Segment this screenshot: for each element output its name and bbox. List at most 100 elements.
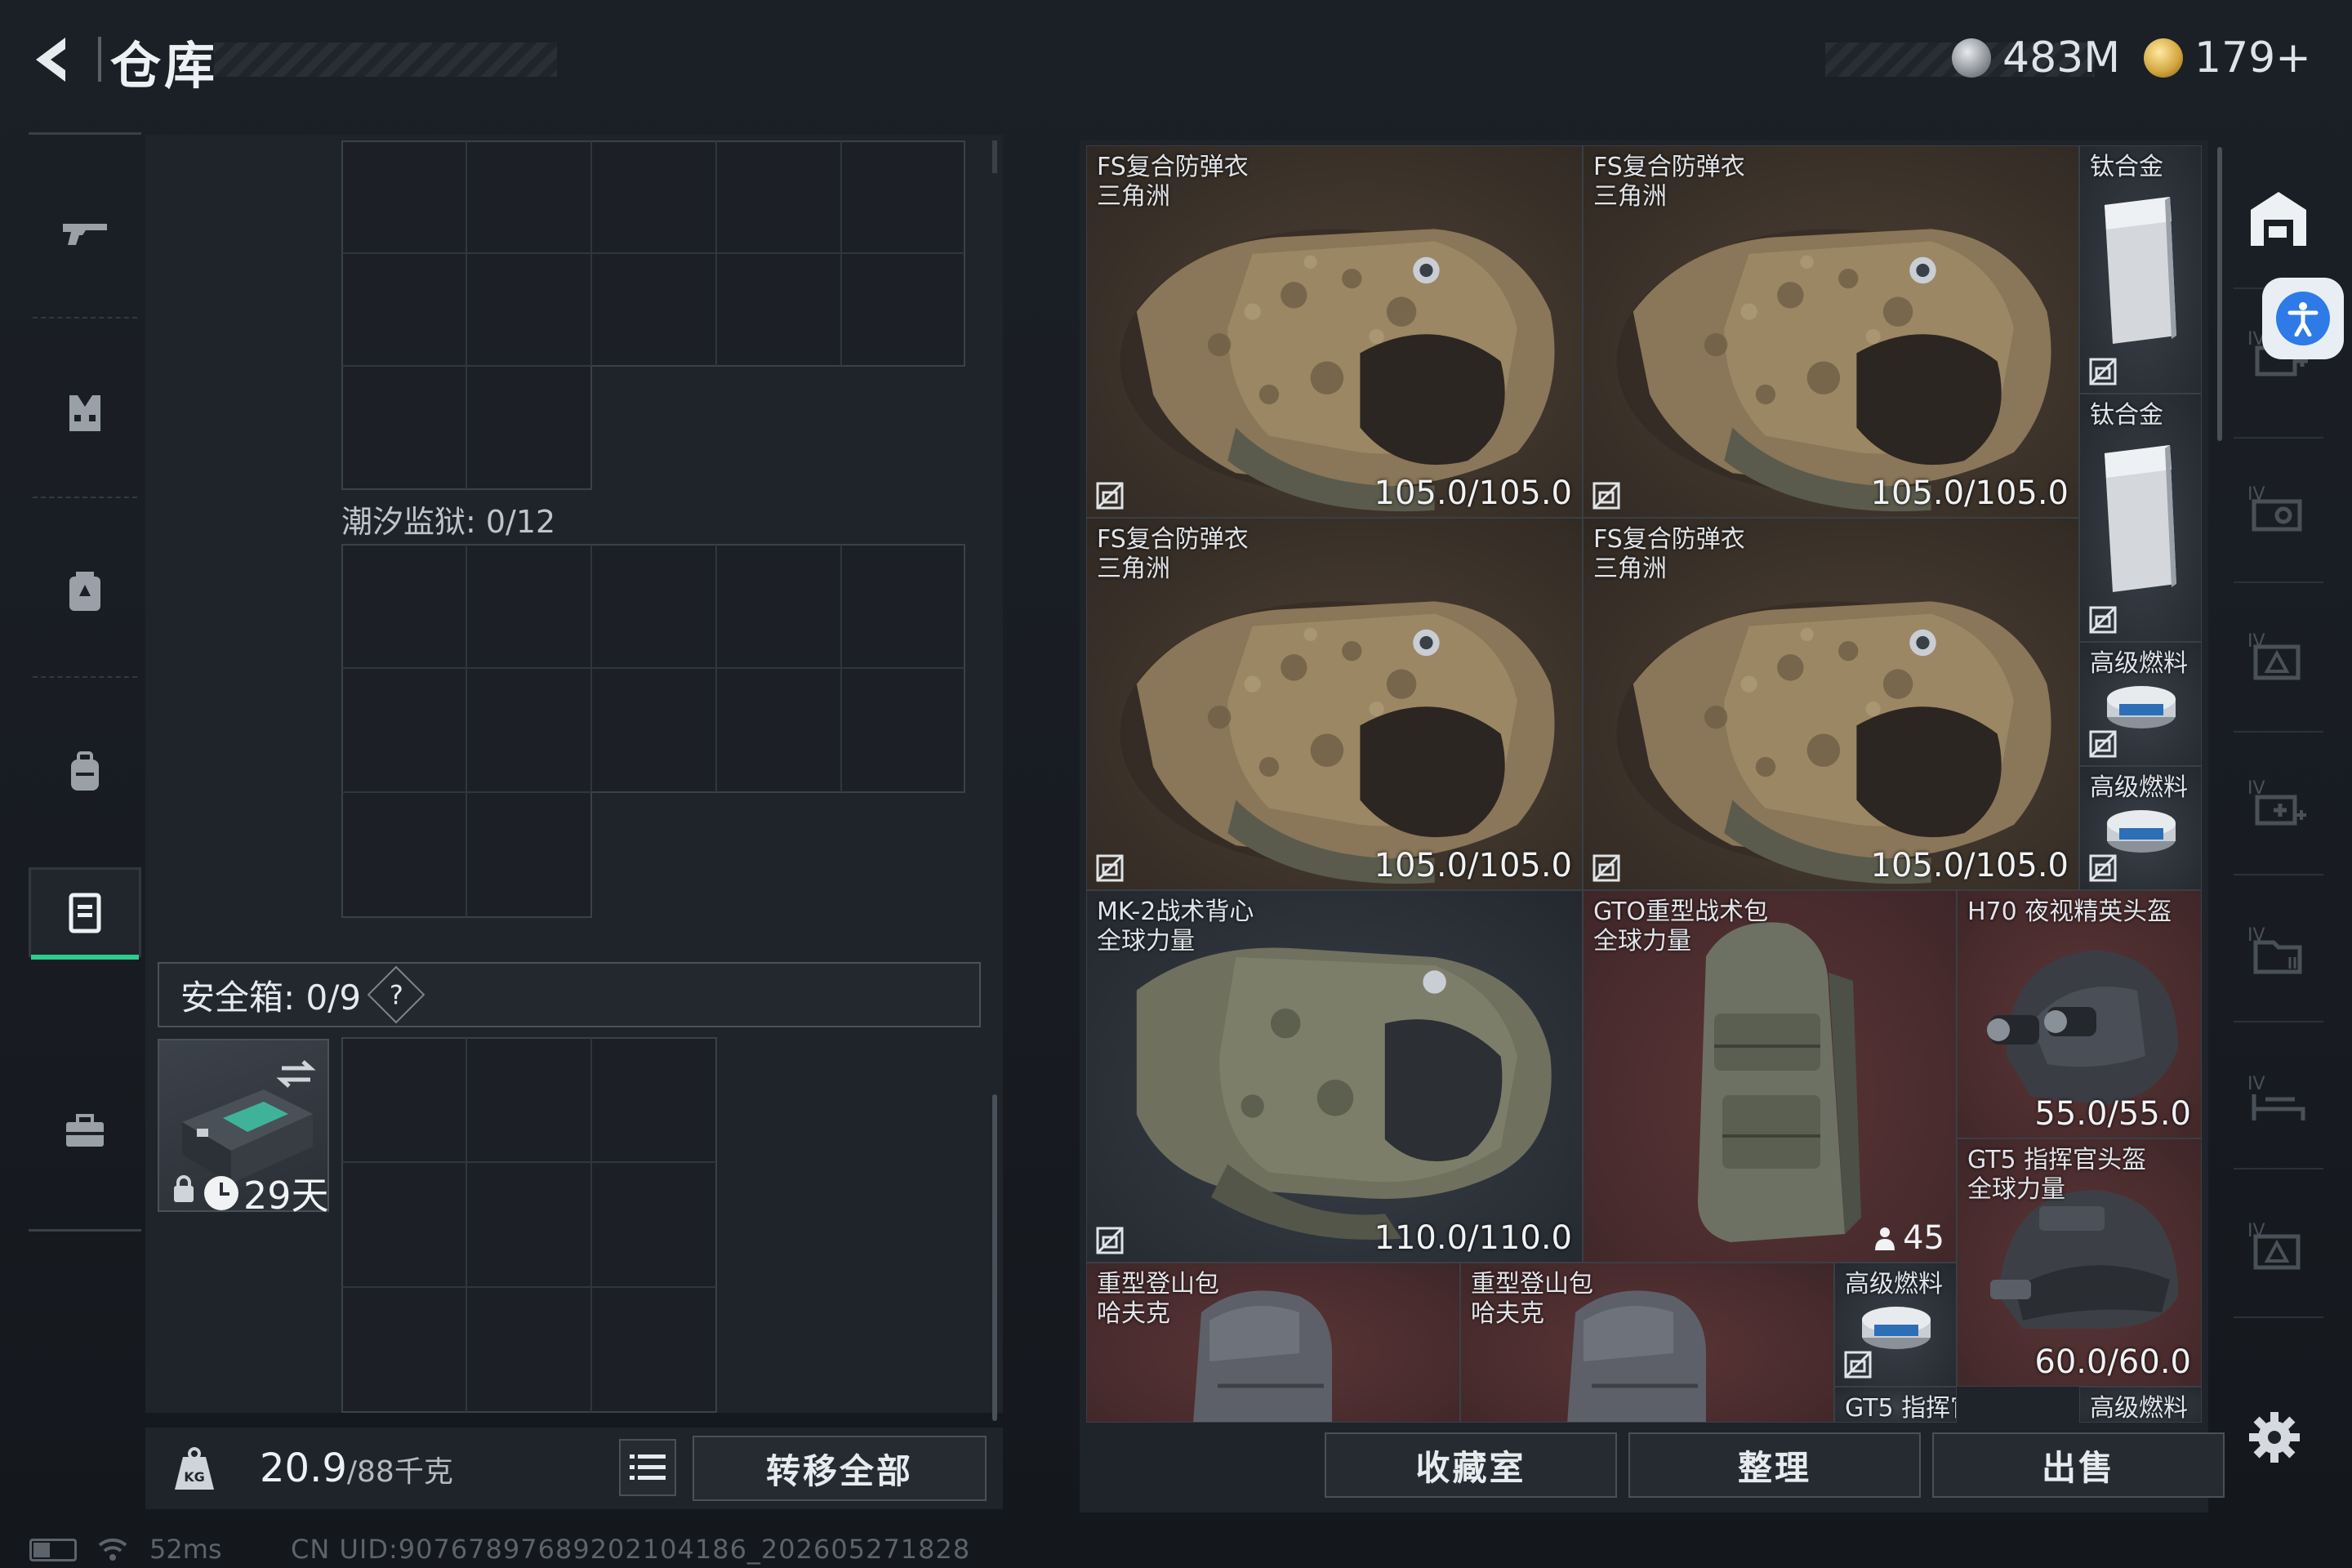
list-icon <box>630 1454 666 1480</box>
warehouse-item[interactable]: 重型登山包 哈夫克 <box>1086 1263 1460 1423</box>
settings-gear-icon[interactable] <box>2246 1409 2303 1466</box>
warehouse-item[interactable]: 高级燃料 <box>1834 1263 1957 1387</box>
rail-item-container[interactable] <box>29 867 141 960</box>
item-durability: 110.0/110.0 <box>1374 1219 1573 1257</box>
transfer-all-button[interactable]: 转移全部 <box>693 1436 987 1501</box>
storage-tab-3[interactable]: IV <box>2234 464 2323 554</box>
wifi-icon <box>98 1538 127 1561</box>
storage-box-gear-icon: IV <box>2247 484 2302 532</box>
warehouse-item[interactable]: 高级燃料 <box>2079 766 2202 890</box>
rail-divider <box>33 317 137 318</box>
storage-tab-8[interactable]: IV <box>2234 1200 2323 1290</box>
organize-button[interactable]: 整理 <box>1628 1432 1921 1498</box>
warehouse-item[interactable]: 钛合金 <box>2079 394 2202 642</box>
rail-separator <box>2234 874 2323 875</box>
grid-lines <box>341 1037 717 1413</box>
container-grid-2 <box>341 544 965 918</box>
top-bar: 仓库 483M 179+ <box>0 0 2352 122</box>
warehouse-item[interactable]: FS复合防弹衣 三角洲 105.0/105.0 <box>1086 145 1583 518</box>
warehouse-item[interactable]: 钛合金 <box>2079 145 2202 394</box>
warehouse-item[interactable]: FS复合防弹衣 三角洲 105.0/105.0 <box>1583 518 2079 890</box>
page-title: 仓库 <box>110 36 219 96</box>
list-view-button[interactable] <box>619 1439 676 1496</box>
collection-room-button[interactable]: 收藏室 <box>1325 1432 1617 1498</box>
warehouse-item[interactable]: GT5 指挥官头盔 <box>1834 1387 1957 1423</box>
left-scrollbar-track <box>992 140 997 173</box>
safebox-grid <box>341 1037 717 1413</box>
item-name: GT5 指挥官头盔 全球力量 <box>1967 1146 2147 1204</box>
warehouse-item[interactable]: H70 夜视精英头盔 55.0/55.0 <box>1957 890 2202 1138</box>
safebox-label: 安全箱: 0/9 <box>180 977 362 1018</box>
storage-bed-icon: IV <box>2247 1074 2305 1120</box>
accessibility-button[interactable] <box>2262 278 2344 359</box>
item-name: 高级燃料 <box>2090 773 2188 802</box>
item-name: FS复合防弹衣 三角洲 <box>1593 153 1745 211</box>
container-grid-1 <box>341 140 965 490</box>
warehouse-tab[interactable] <box>2234 173 2323 263</box>
backpack-icon <box>71 751 99 791</box>
rail-divider <box>33 676 137 678</box>
svg-text:IV: IV <box>2247 1074 2265 1094</box>
warehouse-item[interactable]: 高级燃料 <box>2079 1387 2202 1423</box>
left-bottom-bar: KG 20.9/88千克 转移全部 <box>145 1428 1003 1509</box>
safe-container-icon <box>69 893 101 933</box>
grid-lines <box>341 140 965 490</box>
item-name: 高级燃料 <box>2090 649 2188 678</box>
bound-item-icon <box>1095 481 1125 510</box>
weight-current: 20.9 <box>260 1446 347 1491</box>
rail-item-chest-rig[interactable] <box>29 547 141 637</box>
bound-item-icon <box>2088 357 2118 386</box>
gold-coin-icon <box>2144 38 2183 78</box>
bound-item-icon <box>1843 1350 1873 1379</box>
warehouse-scrollbar[interactable] <box>2217 147 2222 441</box>
currency-silver[interactable]: 483M <box>1952 29 2120 87</box>
storage-tab-7[interactable]: IV <box>2234 1054 2323 1143</box>
item-name: 高级燃料 <box>1845 1270 1943 1298</box>
storage-tab-5[interactable]: IV <box>2234 758 2323 848</box>
safebox-timer: 29天 <box>204 1166 329 1220</box>
sell-button[interactable]: 出售 <box>1932 1432 2225 1498</box>
warehouse-item[interactable]: GT5 指挥官头盔 全球力量 60.0/60.0 <box>1957 1138 2202 1387</box>
storage-tab-4[interactable]: IV <box>2234 611 2323 701</box>
warehouse-item[interactable]: GTO重型战术包 全球力量 45 <box>1583 890 1957 1263</box>
storage-folder-icon: IV <box>2247 925 2302 974</box>
title-decoration <box>214 42 557 77</box>
weight-readout: 20.9/88千克 <box>260 1446 453 1491</box>
tidal-prison-label: 潮汐监狱: 0/12 <box>341 504 556 540</box>
storage-tab-6[interactable]: IV <box>2234 905 2323 995</box>
help-icon[interactable]: ? <box>367 965 425 1024</box>
warehouse-item[interactable]: FS复合防弹衣 三角洲 105.0/105.0 <box>1583 145 2079 518</box>
item-name: FS复合防弹衣 三角洲 <box>1097 153 1249 211</box>
rail-separator <box>2234 1316 2323 1318</box>
rail-item-backpack[interactable] <box>29 727 141 817</box>
item-name: H70 夜视精英头盔 <box>1967 898 2172 926</box>
rail-top-line <box>29 132 141 135</box>
item-name: 钛合金 <box>2090 153 2163 181</box>
rail-separator <box>2234 731 2323 733</box>
item-name: GT5 指挥官头盔 <box>1845 1394 1956 1423</box>
silver-coin-icon <box>1952 38 1991 78</box>
rail-item-weapons[interactable] <box>29 188 141 278</box>
bound-item-icon <box>1592 853 1621 883</box>
title-separator <box>98 37 101 82</box>
battery-icon <box>29 1539 77 1561</box>
item-durability: 105.0/105.0 <box>1870 474 2069 512</box>
back-arrow-icon[interactable] <box>24 31 82 88</box>
rail-separator <box>2234 1021 2323 1022</box>
bound-item-icon <box>1095 853 1125 883</box>
warehouse-item[interactable]: FS复合防弹衣 三角洲 105.0/105.0 <box>1086 518 1583 890</box>
left-scrollbar[interactable] <box>992 1094 997 1421</box>
svg-text:KG: KG <box>184 1469 205 1485</box>
currency-silver-value: 483M <box>2002 33 2121 82</box>
warehouse-item[interactable]: 重型登山包 哈夫克 <box>1460 1263 1834 1423</box>
item-name: 重型登山包 哈夫克 <box>1471 1270 1593 1328</box>
item-durability: 105.0/105.0 <box>1374 847 1573 884</box>
rail-item-briefcase[interactable] <box>29 1086 141 1176</box>
warehouse-item[interactable]: MK-2战术背心 全球力量 110.0/110.0 <box>1086 890 1583 1263</box>
currency-gold[interactable]: 179+ <box>2144 29 2311 87</box>
warehouse-item[interactable]: 高级燃料 <box>2079 642 2202 766</box>
item-name: FS复合防弹衣 三角洲 <box>1593 525 1745 583</box>
rail-item-armor[interactable] <box>29 368 141 457</box>
weight-max: /88千克 <box>346 1455 453 1489</box>
bound-item-icon <box>2088 853 2118 883</box>
